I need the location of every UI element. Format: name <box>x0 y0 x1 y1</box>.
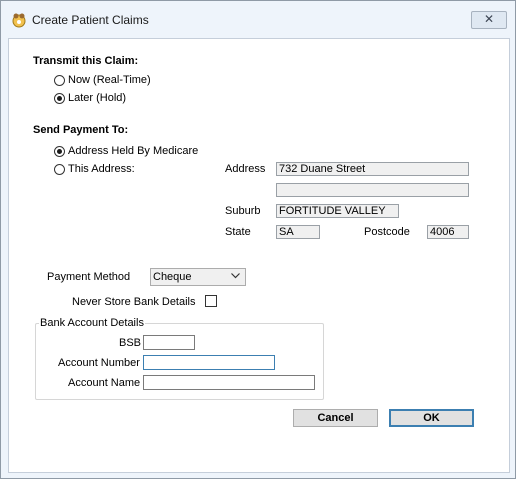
account-number-label: Account Number <box>58 357 140 369</box>
suburb-label: Suburb <box>225 205 261 217</box>
state-field: SA <box>276 225 320 239</box>
bank-account-legend: Bank Account Details <box>39 317 145 329</box>
dialog-window: Create Patient Claims ✕ Transmit this Cl… <box>0 0 516 479</box>
postcode-field: 4006 <box>427 225 469 239</box>
radio-this-address[interactable] <box>54 164 65 175</box>
title-bar[interactable]: Create Patient Claims ✕ <box>1 1 515 38</box>
dialog-body: Transmit this Claim: Now (Real-Time) Lat… <box>8 38 510 473</box>
account-name-label: Account Name <box>68 377 141 389</box>
radio-later-label[interactable]: Later (Hold) <box>68 92 126 104</box>
bsb-input[interactable] <box>143 335 195 350</box>
postcode-label: Postcode <box>364 226 410 238</box>
suburb-field: FORTITUDE VALLEY <box>276 204 399 218</box>
close-icon: ✕ <box>483 12 495 26</box>
payment-method-value: Cheque <box>153 271 192 283</box>
payment-method-label: Payment Method <box>47 271 131 283</box>
payment-method-select[interactable]: Cheque <box>150 268 246 286</box>
address-line2-field <box>276 183 469 197</box>
account-name-input[interactable] <box>143 375 315 390</box>
radio-later[interactable] <box>54 93 65 104</box>
address-label: Address <box>225 163 266 175</box>
radio-now-label[interactable]: Now (Real-Time) <box>68 74 151 86</box>
chevron-down-icon <box>231 273 240 279</box>
state-label: State <box>225 226 251 238</box>
radio-now[interactable] <box>54 75 65 86</box>
address-line1-field: 732 Duane Street <box>276 162 469 176</box>
app-icon <box>12 13 26 28</box>
window-title: Create Patient Claims <box>32 13 149 27</box>
ok-button[interactable]: OK <box>389 409 474 427</box>
account-number-input[interactable] <box>143 355 275 370</box>
payment-heading: Send Payment To: <box>33 124 129 136</box>
close-button[interactable]: ✕ <box>471 11 507 29</box>
transmit-heading: Transmit this Claim: <box>33 55 139 67</box>
never-store-checkbox[interactable] <box>205 295 217 307</box>
radio-medicare-address[interactable] <box>54 146 65 157</box>
bsb-label: BSB <box>119 337 142 349</box>
cancel-button[interactable]: Cancel <box>293 409 378 427</box>
never-store-label: Never Store Bank Details <box>72 296 196 308</box>
radio-medicare-address-label[interactable]: Address Held By Medicare <box>68 145 198 157</box>
radio-this-address-label[interactable]: This Address: <box>68 163 135 175</box>
